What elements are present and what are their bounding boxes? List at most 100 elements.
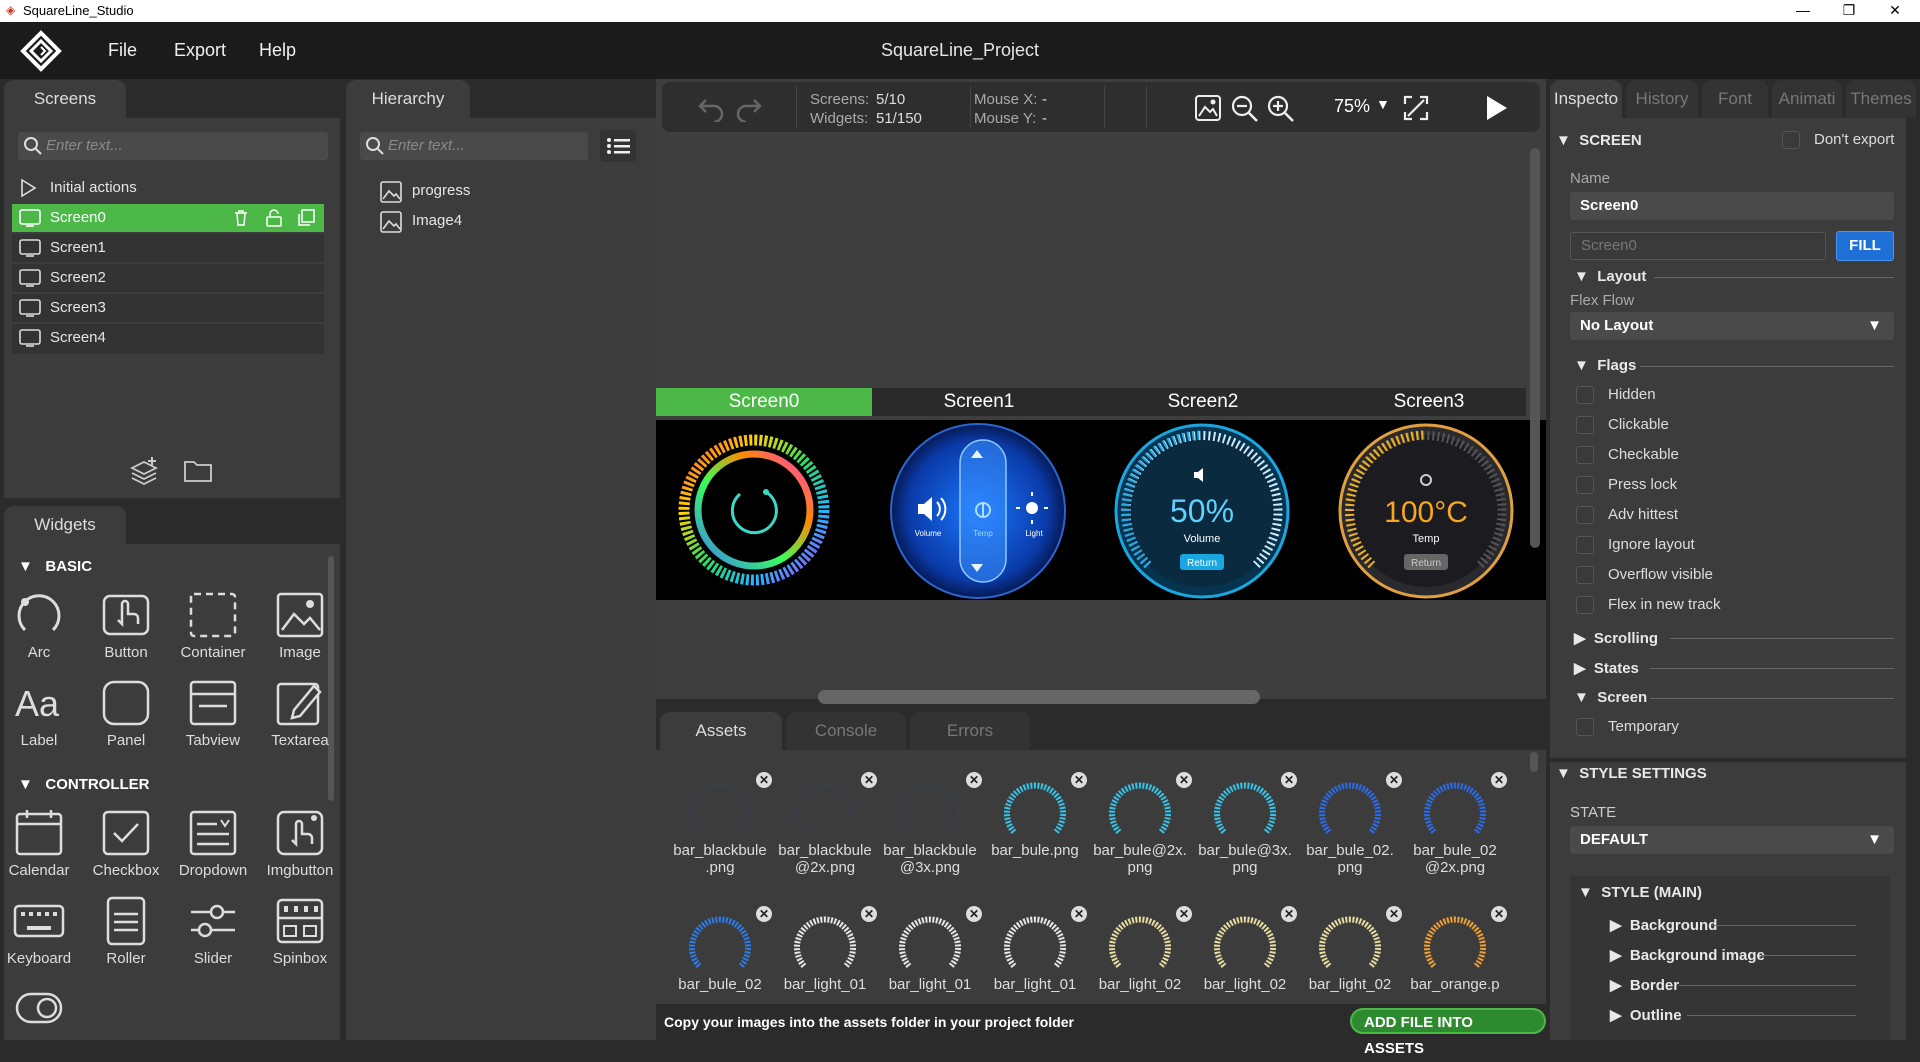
- remove-asset-icon[interactable]: ✕: [966, 906, 982, 922]
- tab-font[interactable]: Font: [1702, 80, 1768, 118]
- states-header[interactable]: ▶ States: [1574, 659, 1639, 677]
- maximize-button[interactable]: ❐: [1826, 0, 1872, 22]
- screen-section-header[interactable]: ▼ SCREEN: [1556, 132, 1642, 149]
- fill-button[interactable]: FILL: [1836, 231, 1894, 261]
- style-item-background-image[interactable]: ▶ Background image: [1610, 946, 1765, 964]
- zoom-level[interactable]: 75%: [1334, 96, 1370, 117]
- widget-slider[interactable]: Slider: [170, 896, 256, 976]
- tab-animation[interactable]: Animati: [1772, 80, 1842, 118]
- screen0-preview[interactable]: [676, 432, 832, 588]
- tab-themes[interactable]: Themes: [1846, 80, 1916, 118]
- delete-icon[interactable]: [232, 208, 250, 228]
- hierarchy-item-progress[interactable]: progress: [378, 177, 618, 205]
- asset-item[interactable]: ✕ bar_light_01: [775, 906, 877, 993]
- widget-panel[interactable]: Panel: [83, 678, 169, 758]
- flag-ignore-layout[interactable]: Ignore layout: [1576, 534, 1695, 556]
- redo-icon[interactable]: [734, 92, 764, 122]
- controller-section-header[interactable]: ▼ CONTROLLER: [18, 776, 150, 793]
- asset-item[interactable]: ✕ bar_bule@3x. png: [1195, 772, 1297, 876]
- widget-roller[interactable]: Roller: [83, 896, 169, 976]
- canvas-tab-screen1[interactable]: Screen1: [876, 388, 1082, 416]
- widget-label-widget[interactable]: Aa Label: [0, 678, 82, 758]
- canvas-tab-screen2[interactable]: Screen2: [1100, 388, 1306, 416]
- canvas-tab-screen3[interactable]: Screen3: [1326, 388, 1532, 416]
- widget-dropdown[interactable]: Dropdown: [170, 808, 256, 888]
- screen3-preview[interactable]: 100°C Temp Return: [1336, 422, 1516, 600]
- canvas-vertical-scrollbar[interactable]: [1530, 148, 1540, 548]
- hierarchy-search-input[interactable]: Enter text...: [360, 132, 588, 160]
- asset-item[interactable]: ✕ bar_light_02: [1090, 906, 1192, 993]
- style-item-background[interactable]: ▶ Background: [1610, 916, 1717, 934]
- widget-checkbox[interactable]: Checkbox: [83, 808, 169, 888]
- folder-icon[interactable]: [182, 457, 214, 485]
- widget-container[interactable]: Container: [170, 590, 256, 670]
- widget-arc[interactable]: Arc: [0, 590, 82, 670]
- zoom-dropdown-icon[interactable]: ▼: [1376, 96, 1390, 112]
- screen-item-screen3[interactable]: Screen3: [12, 294, 324, 322]
- tab-assets[interactable]: Assets: [660, 712, 782, 750]
- style-item-outline[interactable]: ▶ Outline: [1610, 1006, 1682, 1024]
- remove-asset-icon[interactable]: ✕: [1071, 906, 1087, 922]
- widget-button[interactable]: Button: [83, 590, 169, 670]
- fit-screen-icon[interactable]: [1402, 94, 1430, 122]
- remove-asset-icon[interactable]: ✕: [1071, 772, 1087, 788]
- flag-clickable[interactable]: Clickable: [1576, 414, 1669, 436]
- undo-icon[interactable]: [696, 92, 726, 122]
- style-item-border[interactable]: ▶ Border: [1610, 976, 1679, 994]
- remove-asset-icon[interactable]: ✕: [1176, 906, 1192, 922]
- remove-asset-icon[interactable]: ✕: [1386, 772, 1402, 788]
- scrolling-header[interactable]: ▶ Scrolling: [1574, 629, 1658, 647]
- flag-checkable[interactable]: Checkable: [1576, 444, 1679, 466]
- widget-textarea[interactable]: Textarea: [257, 678, 343, 758]
- asset-item[interactable]: ✕ bar_blackbule .png: [670, 772, 772, 876]
- tab-history[interactable]: History: [1626, 80, 1698, 118]
- asset-item[interactable]: ✕ bar_orange.p: [1405, 906, 1507, 993]
- widget-image[interactable]: Image: [257, 590, 343, 670]
- asset-item[interactable]: ✕ bar_bule_02. png: [1300, 772, 1402, 876]
- widget-tabview[interactable]: Tabview: [170, 678, 256, 758]
- add-screen-icon[interactable]: [128, 455, 160, 487]
- widget-keyboard[interactable]: Keyboard: [0, 896, 82, 976]
- screens-search-input[interactable]: Enter text...: [18, 132, 328, 160]
- style-settings-header[interactable]: ▼ STYLE SETTINGS: [1556, 765, 1707, 782]
- remove-asset-icon[interactable]: ✕: [1281, 906, 1297, 922]
- asset-item[interactable]: ✕ bar_light_02: [1300, 906, 1402, 993]
- flags-header[interactable]: ▼ Flags: [1574, 357, 1636, 374]
- asset-item[interactable]: ✕ bar_bule_02 @2x.png: [1405, 772, 1507, 876]
- assets-scrollbar[interactable]: [1530, 752, 1538, 772]
- widget-spinbox[interactable]: Spinbox: [257, 896, 343, 976]
- asset-item[interactable]: ✕ bar_bule.png: [985, 772, 1087, 859]
- tab-hierarchy[interactable]: Hierarchy: [346, 80, 470, 118]
- screen2-preview[interactable]: 50% Volume Return: [1112, 422, 1292, 600]
- remove-asset-icon[interactable]: ✕: [1281, 772, 1297, 788]
- asset-item[interactable]: ✕ bar_blackbule @2x.png: [775, 772, 877, 876]
- asset-item[interactable]: ✕ bar_blackbule @3x.png: [880, 772, 982, 876]
- screen-item-screen2[interactable]: Screen2: [12, 264, 324, 292]
- screen-item-screen4[interactable]: Screen4: [12, 324, 324, 354]
- flag-press-lock[interactable]: Press lock: [1576, 474, 1677, 496]
- screen-subsection-header[interactable]: ▼ Screen: [1574, 689, 1647, 706]
- play-icon[interactable]: [1482, 94, 1510, 122]
- add-file-into-assets-button[interactable]: ADD FILE INTO ASSETS: [1350, 1008, 1546, 1057]
- background-image-icon[interactable]: [1194, 94, 1222, 122]
- layout-select[interactable]: No Layout ▼: [1570, 312, 1894, 340]
- asset-item[interactable]: ✕ bar_light_01: [985, 906, 1087, 993]
- remove-asset-icon[interactable]: ✕: [861, 772, 877, 788]
- switch-icon[interactable]: [14, 988, 66, 1028]
- flag-flex-in-new-track[interactable]: Flex in new track: [1576, 594, 1721, 616]
- tab-screens[interactable]: Screens: [4, 80, 126, 118]
- screen-item-screen1[interactable]: Screen1: [12, 234, 324, 262]
- remove-asset-icon[interactable]: ✕: [756, 772, 772, 788]
- zoom-out-icon[interactable]: [1230, 94, 1260, 124]
- flag-adv-hittest[interactable]: Adv hittest: [1576, 504, 1678, 526]
- remove-asset-icon[interactable]: ✕: [1386, 906, 1402, 922]
- minimize-button[interactable]: —: [1780, 0, 1826, 22]
- list-view-button[interactable]: [600, 130, 636, 162]
- hierarchy-item-image4[interactable]: Image4: [378, 207, 618, 235]
- duplicate-icon[interactable]: [296, 208, 316, 228]
- tab-console[interactable]: Console: [786, 712, 906, 750]
- close-button[interactable]: ✕: [1872, 0, 1918, 22]
- flag-overflow-visible[interactable]: Overflow visible: [1576, 564, 1713, 586]
- dont-export-checkbox[interactable]: Don't export: [1782, 129, 1894, 151]
- tab-errors[interactable]: Errors: [910, 712, 1030, 750]
